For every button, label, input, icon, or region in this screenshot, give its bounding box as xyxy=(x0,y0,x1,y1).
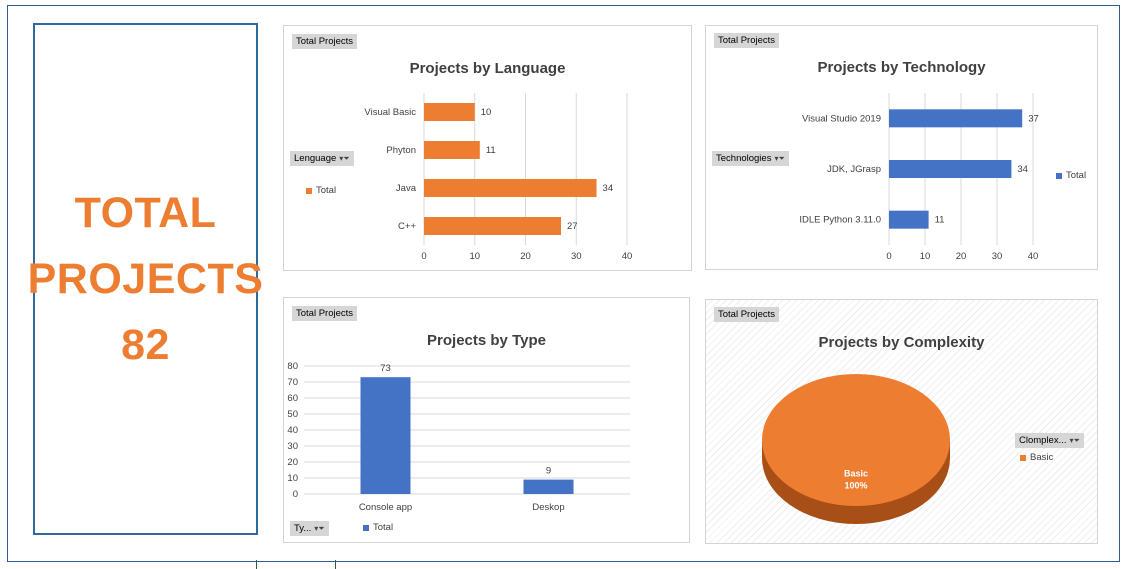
chart-complexity[interactable]: Total Projects Projects by Complexity Cl… xyxy=(705,299,1098,544)
type-plot: 0 10 20 30 40 50 60 70 80 73 Console app 9 Deskop xyxy=(287,361,630,513)
data-label: 34 xyxy=(603,183,614,194)
category-label: Phyton xyxy=(386,145,416,156)
category-label: IDLE Python 3.11.0 xyxy=(799,215,881,226)
total-projects-card: TOTAL PROJECTS 82 xyxy=(28,23,263,535)
data-label: 11 xyxy=(935,215,945,226)
tick-label: 60 xyxy=(287,393,298,404)
category-label: JDK, JGrasp xyxy=(827,164,881,175)
data-label: 10 xyxy=(481,107,492,118)
tick-label: 10 xyxy=(920,251,931,262)
data-label: 73 xyxy=(380,363,391,374)
kpi-value: 82 xyxy=(121,321,170,369)
tick-label: 0 xyxy=(886,251,891,262)
technology-plot: 0 10 20 30 40 Visual Studio 2019 37 JDK, JGrasp… xyxy=(799,93,1039,262)
category-label: Java xyxy=(396,183,417,194)
complexity-plot: Basic 100% xyxy=(762,374,950,524)
category-label: Deskop xyxy=(532,502,564,513)
tick-label: 20 xyxy=(287,457,298,468)
bar xyxy=(523,479,574,494)
data-label: 37 xyxy=(1028,113,1039,124)
tick-label: 40 xyxy=(1028,251,1039,262)
tick-label: 20 xyxy=(520,251,531,262)
language-plot: 0 10 20 30 40 Visual Basic 10 Phyton 11 Java 34 C++… xyxy=(364,93,633,262)
tick-label: 0 xyxy=(293,489,298,500)
slice-label: Basic xyxy=(844,468,868,478)
tick-label: 20 xyxy=(956,251,967,262)
data-label: 27 xyxy=(567,221,578,232)
bar xyxy=(424,141,480,159)
bar xyxy=(360,377,411,494)
tick-label: 10 xyxy=(469,251,480,262)
cell-border-stub xyxy=(256,560,336,569)
tick-label: 80 xyxy=(287,361,298,372)
bar xyxy=(424,103,475,121)
tick-label: 30 xyxy=(287,441,298,452)
bar xyxy=(889,109,1023,128)
chart-technology[interactable]: Total Projects Projects by Technology Te… xyxy=(705,25,1098,270)
tick-label: 50 xyxy=(287,409,298,420)
tick-label: 40 xyxy=(622,251,633,262)
bar xyxy=(424,179,597,197)
bar xyxy=(889,160,1012,178)
bar xyxy=(424,217,562,235)
tick-label: 30 xyxy=(571,251,582,262)
slice-percent: 100% xyxy=(844,480,867,490)
kpi-line-projects: PROJECTS xyxy=(27,255,264,303)
chart-type[interactable]: Total Projects Projects by Type Ty... ▾⏷… xyxy=(283,297,690,543)
category-label: Visual Studio 2019 xyxy=(802,113,881,124)
data-label: 34 xyxy=(1017,164,1028,175)
data-label: 11 xyxy=(486,145,496,156)
tick-label: 70 xyxy=(287,377,298,388)
category-label: C++ xyxy=(398,221,416,232)
data-label: 9 xyxy=(546,466,551,477)
tick-label: 30 xyxy=(992,251,1003,262)
tick-label: 40 xyxy=(287,425,298,436)
bar xyxy=(889,210,929,229)
chart-language[interactable]: Total Projects Projects by Language Leng… xyxy=(283,25,692,271)
tick-label: 0 xyxy=(421,251,426,262)
tick-label: 10 xyxy=(287,473,298,484)
category-label: Visual Basic xyxy=(364,107,416,118)
category-label: Console app xyxy=(359,502,412,513)
kpi-line-total: TOTAL xyxy=(74,189,217,237)
